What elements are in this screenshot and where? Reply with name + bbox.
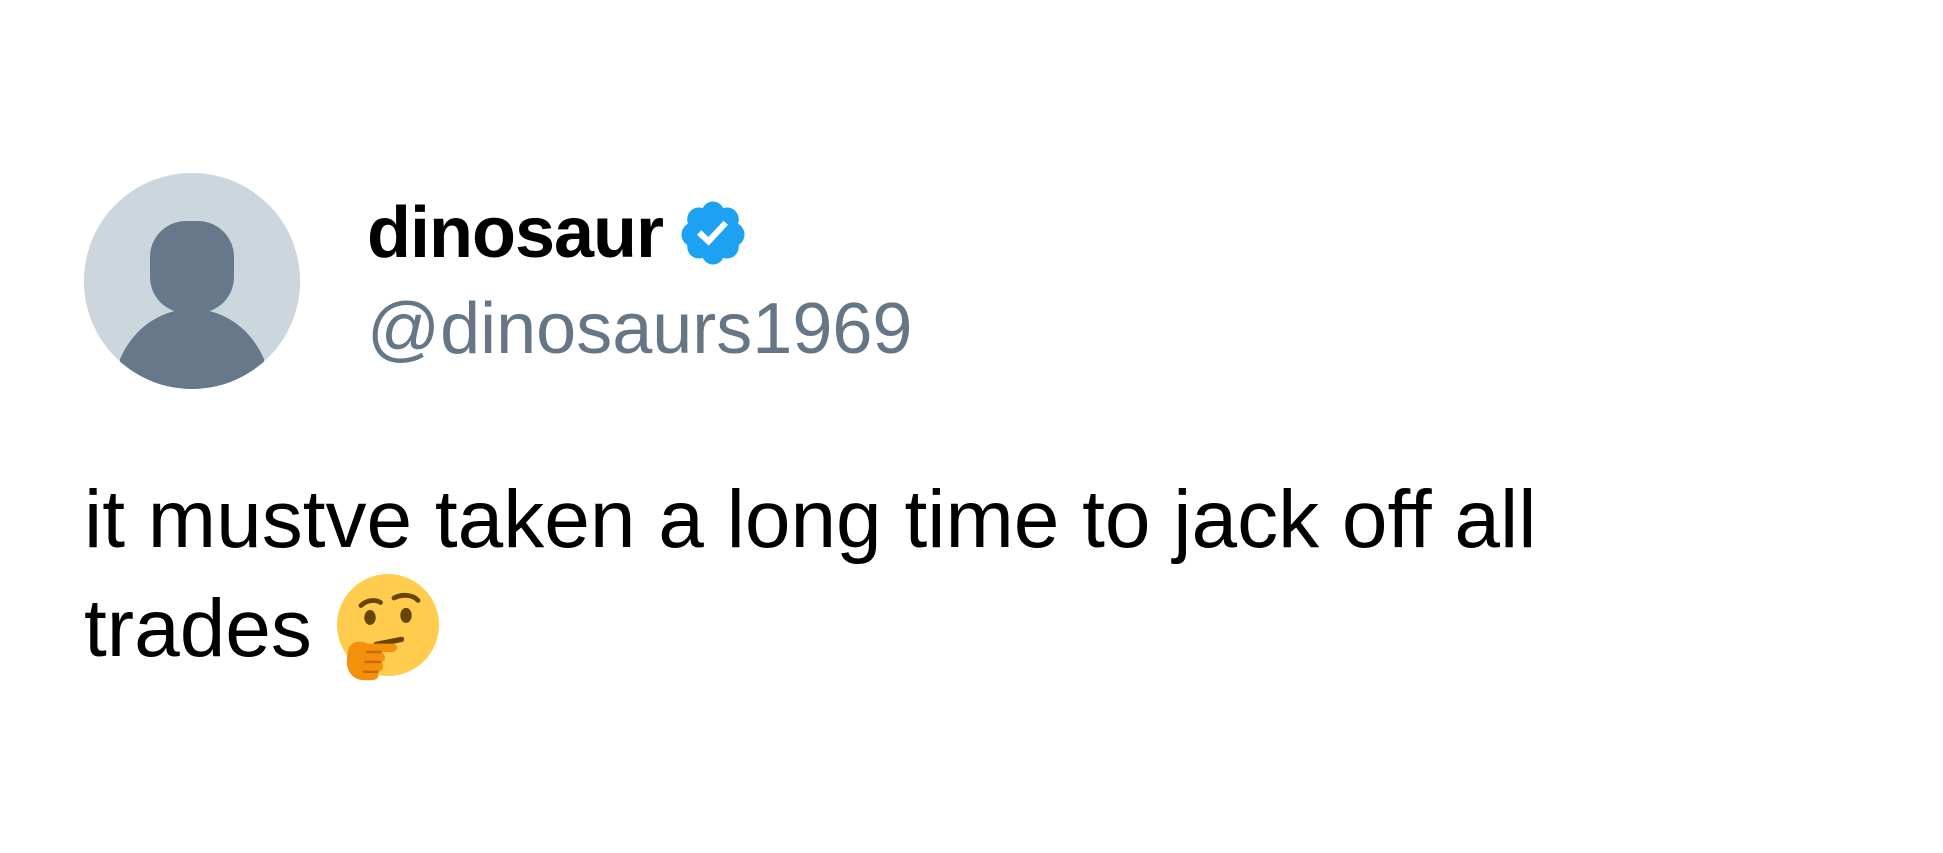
default-profile-icon: [84, 173, 300, 389]
avatar[interactable]: [84, 173, 300, 389]
tweet-text-line: it mustve taken a long time to jack off …: [84, 474, 1537, 565]
display-name[interactable]: dinosaur: [367, 190, 664, 276]
author-name-row: dinosaur: [367, 190, 749, 276]
thinking-face-emoji-icon: [334, 574, 442, 682]
tweet-text: it mustve taken a long time to jack off …: [84, 466, 1844, 683]
tweet-text-segment: trades: [84, 583, 312, 674]
verified-badge-icon: [677, 197, 749, 269]
tweet-card: dinosaur @dinosaurs1969 it mustve taken …: [0, 0, 1943, 853]
tweet-text-line: trades: [84, 574, 1844, 683]
user-handle[interactable]: @dinosaurs1969: [367, 286, 912, 372]
